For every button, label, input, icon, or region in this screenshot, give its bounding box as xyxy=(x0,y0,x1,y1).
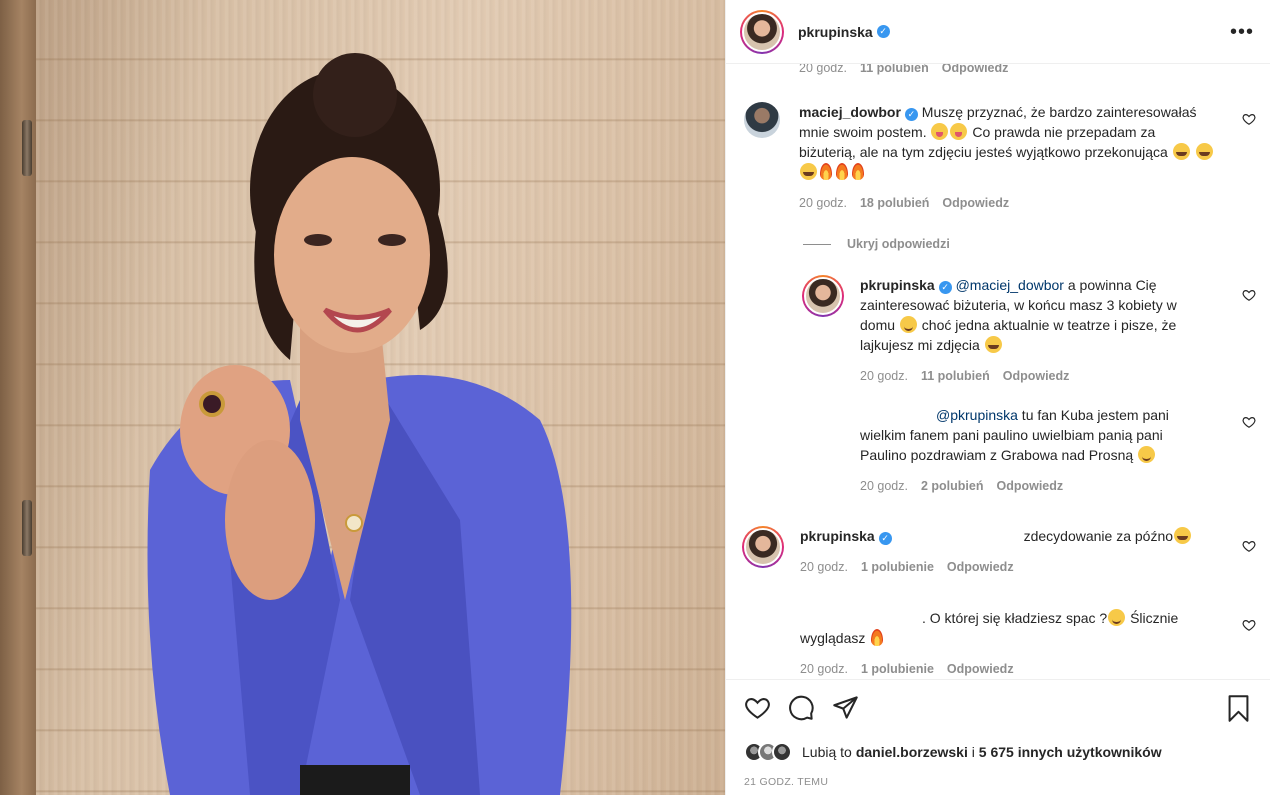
paper-plane-icon[interactable] xyxy=(832,694,859,721)
comment-meta: 20 godz. 11 polubień Odpowiedz xyxy=(860,369,1070,383)
laugh-emoji-icon xyxy=(1195,143,1213,160)
other-likers-link[interactable]: 5 675 innych użytkowników xyxy=(979,744,1162,760)
reply-item: .@pkrupinska tu fan Kuba jestem pani wie… xyxy=(860,405,1220,493)
comment-item: .. O której się kładziesz spac ? Śliczni… xyxy=(800,608,1220,676)
reply-item: pkrupinska ✓ @maciej_dowbor a powinna Cię… xyxy=(802,275,1242,383)
verified-badge-icon: ✓ xyxy=(938,281,952,294)
laugh-emoji-icon xyxy=(1172,143,1190,160)
comment-meta: 20 godz. 18 polubień Odpowiedz xyxy=(799,196,1010,210)
comment-meta: 20 godz. 1 polubienie Odpowiedz xyxy=(800,560,1014,574)
verified-badge-icon: ✓ xyxy=(904,108,918,121)
comment-text: pkrupinska ✓ @maciej_dowbor a powinna Cię… xyxy=(860,277,1177,353)
liker-username-link[interactable]: daniel.borzewski xyxy=(856,744,968,760)
avatar[interactable] xyxy=(802,275,844,317)
comment-like-heart-icon[interactable] xyxy=(1242,288,1256,302)
comment-text: .@pkrupinska tu fan Kuba jestem pani wie… xyxy=(860,405,1169,463)
laugh-emoji-icon xyxy=(800,163,817,180)
comment-like-heart-icon[interactable] xyxy=(1242,112,1256,126)
comment-like-heart-icon[interactable] xyxy=(1242,539,1256,553)
tongue-emoji-icon xyxy=(950,123,968,140)
hide-replies-button[interactable]: Ukryj odpowiedzi xyxy=(803,237,950,251)
smile-emoji-icon xyxy=(1108,609,1126,626)
comment-item: maciej_dowbor ✓ Muszę przyznać, że bardzo… xyxy=(744,102,1224,210)
post-header: pkrupinska ✓ ••• xyxy=(726,0,1270,64)
instagram-post: pkrupinska ✓ ••• 20 godz. 11 polubień Od… xyxy=(0,0,1270,795)
comment-meta: 20 godz. 11 polubień Odpowiedz xyxy=(799,64,1009,75)
avatar[interactable] xyxy=(742,526,784,568)
laugh-emoji-icon xyxy=(1174,527,1192,544)
fire-emoji-icon xyxy=(871,629,884,646)
post-actions: Lubią to daniel.borzewski i 5 675 innych… xyxy=(726,679,1270,795)
avatar[interactable] xyxy=(744,102,780,138)
post-photo[interactable] xyxy=(0,0,725,795)
header-username[interactable]: pkrupinska ✓ xyxy=(798,24,890,40)
fire-emoji-icon xyxy=(820,163,832,180)
tongue-emoji-icon xyxy=(931,123,949,140)
smile-emoji-icon xyxy=(1138,446,1156,463)
liker-avatars[interactable] xyxy=(744,742,792,762)
portrait-illustration xyxy=(147,53,572,795)
fire-emoji-icon xyxy=(836,163,848,180)
action-icons xyxy=(742,694,1254,724)
comment-username[interactable]: pkrupinska xyxy=(860,277,935,293)
comments-list[interactable]: 20 godz. 11 polubień Odpowiedz maciej_do… xyxy=(726,64,1270,679)
divider xyxy=(803,243,831,245)
comment-text: maciej_dowbor ✓ Muszę przyznać, że bardzo… xyxy=(799,102,1214,182)
bookmark-icon[interactable] xyxy=(1225,694,1252,723)
comment-like-heart-icon[interactable] xyxy=(1242,618,1256,632)
smile-emoji-icon xyxy=(899,316,917,333)
verified-badge-icon: ✓ xyxy=(876,25,890,38)
comment-item: pkrupinska✓ .zdecydowanie za późno 20 go… xyxy=(742,526,1222,574)
comment-meta: 20 godz. 2 polubień Odpowiedz xyxy=(860,479,1064,493)
comment-text: pkrupinska✓ .zdecydowanie za późno xyxy=(800,526,1220,546)
laugh-emoji-icon xyxy=(984,336,1002,353)
more-options-icon[interactable]: ••• xyxy=(1230,22,1254,42)
likes-summary: Lubią to daniel.borzewski i 5 675 innych… xyxy=(744,742,1162,762)
mention-link[interactable]: @pkrupinska xyxy=(936,407,1018,423)
comment-icon[interactable] xyxy=(788,694,815,721)
fire-emoji-icon xyxy=(852,163,864,180)
heart-icon[interactable] xyxy=(744,694,771,721)
comment-like-heart-icon[interactable] xyxy=(1242,415,1256,429)
post-side-panel: pkrupinska ✓ ••• 20 godz. 11 polubień Od… xyxy=(725,0,1270,795)
post-timestamp[interactable]: 21 GODZ. TEMU xyxy=(744,776,828,788)
redacted-mention: . xyxy=(895,526,1024,546)
verified-badge-icon: ✓ xyxy=(878,532,892,545)
redacted-username: . xyxy=(860,405,936,425)
comment-username[interactable]: pkrupinska xyxy=(800,528,875,544)
redacted-username: . xyxy=(800,608,922,628)
mention-link[interactable]: @maciej_dowbor xyxy=(956,277,1064,293)
comment-username[interactable]: maciej_dowbor xyxy=(799,104,901,120)
comment-text: .. O której się kładziesz spac ? Śliczni… xyxy=(800,608,1179,646)
avatar[interactable] xyxy=(740,9,784,54)
comment-meta: 20 godz. 1 polubienie Odpowiedz xyxy=(800,662,1014,676)
